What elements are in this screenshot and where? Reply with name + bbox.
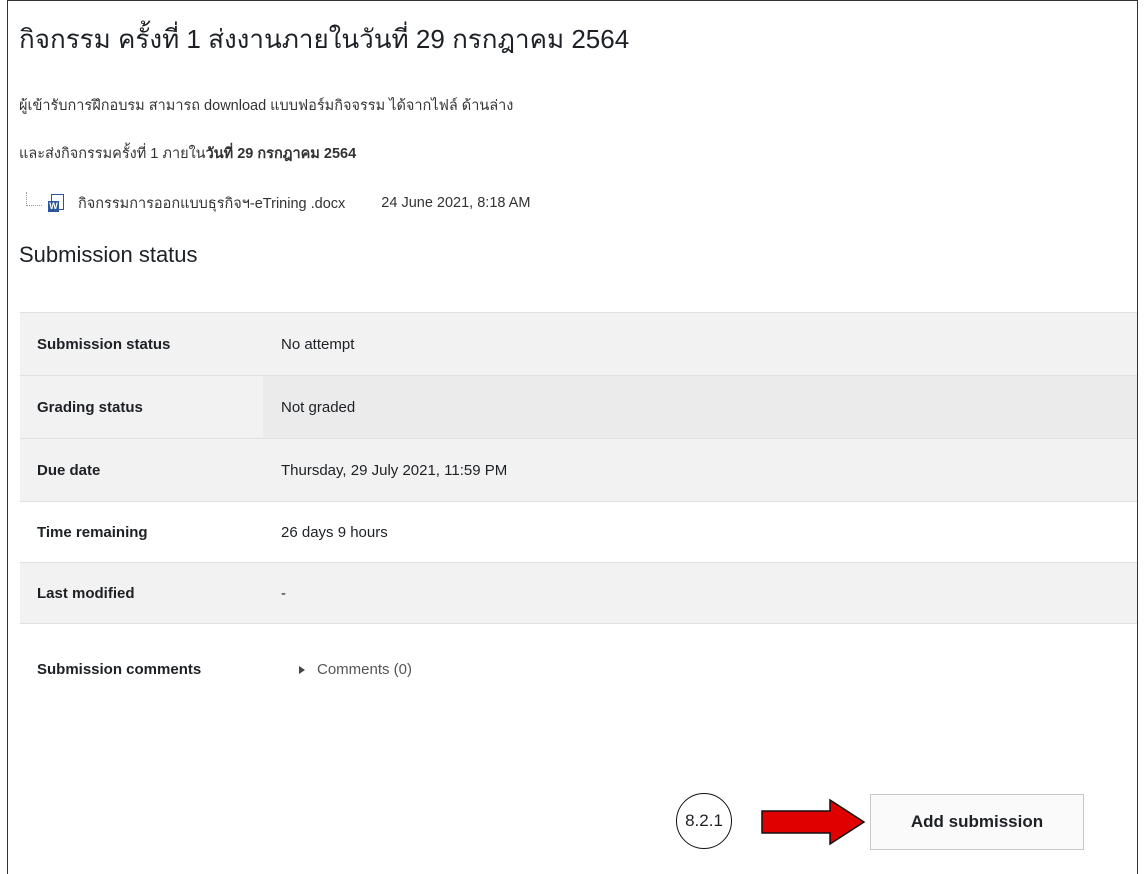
red-arrow-icon [761,798,866,846]
attachment-date: 24 June 2021, 8:18 AM [381,195,531,211]
row-value: No attempt [263,312,1137,376]
table-row: Submission status No attempt [20,312,1137,376]
table-row: Last modified - [20,562,1137,624]
row-label: Last modified [20,562,263,624]
submission-status-heading: Submission status [19,242,198,267]
tree-connector [26,192,42,206]
row-label: Submission status [20,312,263,376]
row-label: Grading status [20,375,263,439]
submission-status-table: Submission status No attempt Grading sta… [20,312,1137,716]
row-value: 26 days 9 hours [281,523,388,541]
table-row: Submission comments Comments (0) [20,623,1137,716]
table-row: Grading status Not graded [20,375,1137,439]
row-value: Not graded [263,375,1137,439]
row-label: Time remaining [37,523,148,541]
step-callout: 8.2.1 [676,793,732,849]
intro-text-deadline: วันที่ 29 กรกฎาคม 2564 [205,146,357,162]
caret-right-icon [299,665,305,674]
comments-toggle[interactable]: Comments (0) [281,661,1137,678]
comments-link[interactable]: Comments (0) [317,661,412,678]
table-row: Time remaining 26 days 9 hours [20,501,1137,563]
table-row: Due date Thursday, 29 July 2021, 11:59 P… [20,438,1137,502]
add-submission-button[interactable]: Add submission [870,794,1084,850]
row-label: Due date [20,438,263,502]
intro-text-prefix: และส่งกิจกรรมครั้งที่ 1 ภายใน [19,146,206,162]
page-title: กิจกรรม ครั้งที่ 1 ส่งงานภายในวันที่ 29 … [19,24,630,54]
attachment-link[interactable]: กิจกรรมการออกแบบธุรกิจฯ-eTrining .docx [78,192,345,215]
attachment-row: W กิจกรรมการออกแบบธุรกิจฯ-eTrining .docx… [26,191,530,215]
row-value: - [263,562,1137,624]
row-label: Submission comments [37,660,202,678]
intro-text-line-1: ผู้เข้ารับการฝึกอบรม สามารถ download แบบ… [19,98,514,114]
row-value: Thursday, 29 July 2021, 11:59 PM [263,438,1137,502]
intro-text-line-2: และส่งกิจกรรมครั้งที่ 1 ภายในวันที่ 29 ก… [19,142,356,165]
assignment-page: กิจกรรม ครั้งที่ 1 ส่งงานภายในวันที่ 29 … [7,0,1138,874]
word-document-icon: W [48,193,64,213]
row-value: Comments (0) [263,624,1137,716]
